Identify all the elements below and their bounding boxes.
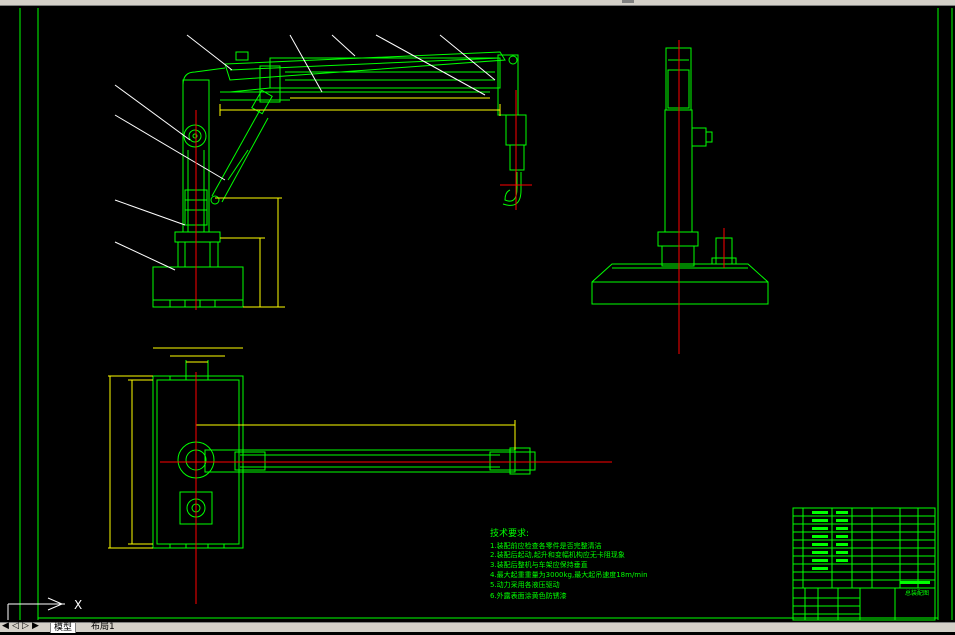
tech-requirement-item: 6.外露表面涂黄色防锈漆 bbox=[490, 591, 567, 600]
scroll-marker bbox=[622, 0, 634, 3]
ucs-x-label: X bbox=[74, 598, 82, 612]
front-view-dimensions bbox=[215, 97, 501, 308]
side-view bbox=[591, 47, 769, 305]
prev-tab-icon[interactable]: ◁ bbox=[12, 621, 19, 632]
first-tab-icon[interactable]: ◀ bbox=[2, 621, 9, 632]
side-view-centerline bbox=[678, 40, 725, 354]
tech-requirements: 技术要求: 1.装配前应检查各零件是否完整清洁 2.装配后起动,起升和变幅机构应… bbox=[490, 527, 648, 600]
front-view-leaders bbox=[114, 34, 496, 271]
ucs-icon bbox=[7, 597, 65, 620]
tech-requirements-heading: 技术要求: bbox=[490, 527, 529, 539]
next-tab-icon[interactable]: ▷ bbox=[22, 621, 29, 632]
tech-requirement-item: 4.最大起重重量为3000kg,最大起吊速度18m/min bbox=[490, 570, 648, 579]
tech-requirement-item: 5.动力采用各液压驱动 bbox=[490, 580, 560, 589]
tech-requirement-item: 2.装配后起动,起升和变幅机构应无卡阻现象 bbox=[490, 550, 625, 559]
last-tab-icon[interactable]: ▶ bbox=[32, 621, 39, 632]
front-view-centerlines bbox=[195, 90, 532, 310]
cad-model-space[interactable]: 总装配图 技术要求: 1.装配前应检查各零件是否完整清洁 2.装配后起动,起升和… bbox=[0, 0, 955, 631]
tab-model[interactable]: 模型 bbox=[50, 622, 77, 633]
drawing-name-text: 总装配图 bbox=[905, 589, 929, 597]
title-block bbox=[792, 507, 936, 621]
tech-requirement-item: 1.装配前应检查各零件是否完整清洁 bbox=[490, 541, 602, 550]
front-view bbox=[152, 51, 527, 308]
drawing-canvas[interactable]: 总装配图 技术要求: 1.装配前应检查各零件是否完整清洁 2.装配后起动,起升和… bbox=[0, 0, 955, 631]
tech-requirement-item: 3.装配后整机与车架应保持垂直 bbox=[490, 560, 588, 569]
top-window-edge bbox=[0, 0, 955, 6]
top-view-dimensions bbox=[108, 347, 516, 549]
top-view-centerlines bbox=[160, 372, 612, 604]
top-view bbox=[152, 360, 536, 549]
